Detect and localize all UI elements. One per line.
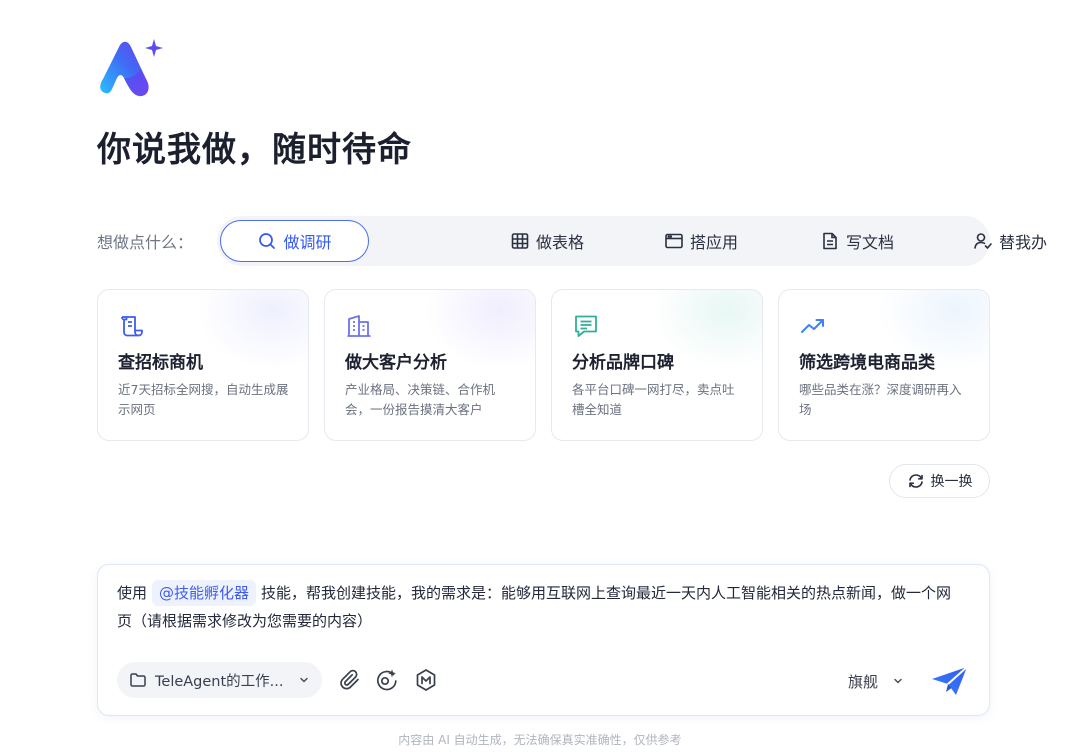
building-icon — [347, 315, 371, 337]
message-composer[interactable]: 使用 @技能孵化器 技能，帮我创建技能，我的需求是：能够用互联网上查询最近一天内人工… — [97, 564, 990, 716]
card-desc: 近7天招标全网搜，自动生成展示网页 — [118, 382, 289, 417]
tab-do-for-me[interactable]: 替我办 — [950, 220, 1070, 262]
table-icon — [511, 233, 529, 249]
model-selector[interactable]: 旗舰 — [848, 669, 904, 693]
comment-icon — [575, 315, 597, 337]
shuffle-button[interactable]: 换一换 — [889, 464, 990, 498]
card-title: 筛选跨境电商品类 — [799, 353, 935, 373]
prompt-row: 想做点什么： 做调研 做表格 搭应用 写文档 替我办 — [97, 216, 1047, 266]
ai-disclaimer: 内容由 AI 自动生成，无法确保真实准确性，仅供参考 — [398, 733, 682, 747]
document-icon — [823, 232, 837, 250]
tab-label: 做表格 — [535, 233, 584, 252]
send-icon[interactable] — [930, 665, 970, 697]
skill-chip[interactable]: @技能孵化器 — [152, 580, 257, 606]
chevron-down-icon — [300, 677, 308, 683]
tab-research[interactable]: 做调研 — [220, 220, 369, 262]
card-cross-border-categories[interactable]: 筛选跨境电商品类 哪些品类在涨？深度调研再入场 — [778, 289, 990, 441]
tab-label: 做调研 — [283, 233, 332, 252]
prompt-label: 想做点什么： — [97, 233, 194, 252]
workspace-selector[interactable]: TeleAgent的工作... — [117, 662, 322, 698]
folder-icon — [130, 673, 146, 687]
chevron-down-icon — [894, 678, 902, 684]
user-check-icon — [974, 233, 992, 249]
model-label: 旗舰 — [848, 672, 879, 691]
card-desc: 哪些品类在涨？深度调研再入场 — [799, 382, 962, 417]
tab-label: 写文档 — [845, 233, 894, 252]
tab-label: 搭应用 — [689, 233, 738, 252]
ai-model-icon[interactable] — [375, 668, 399, 692]
search-icon — [259, 233, 276, 249]
shuffle-label: 换一换 — [930, 474, 973, 490]
trending-up-icon — [801, 319, 824, 333]
scroll-icon — [121, 316, 143, 337]
workspace-label: TeleAgent的工作... — [155, 673, 284, 690]
tab-table[interactable]: 做表格 — [487, 220, 607, 262]
message-prefix: 使用 — [117, 584, 148, 602]
task-tabs: 做调研 做表格 搭应用 写文档 替我办 — [217, 216, 1047, 266]
tab-write-doc[interactable]: 写文档 — [797, 220, 917, 262]
card-desc: 产业格局、决策链、合作机会，一份报告摸清大客户 — [345, 382, 496, 417]
app-logo — [100, 39, 163, 97]
card-key-account-analysis[interactable]: 做大客户分析 产业格局、决策链、合作机会，一份报告摸清大客户 — [324, 289, 536, 441]
suggestion-cards: 查招标商机 近7天招标全网搜，自动生成展示网页 做大客户分析 产业格局、决策链、… — [97, 289, 990, 441]
message-input[interactable]: 使用 @技能孵化器 技能，帮我创建技能，我的需求是：能够用互联网上查询最近一天内人工… — [117, 579, 965, 635]
page-title: 你说我做，随时待命 — [97, 130, 412, 170]
card-title: 分析品牌口碑 — [572, 353, 674, 373]
tab-build-app[interactable]: 搭应用 — [641, 220, 761, 262]
refresh-icon — [908, 474, 923, 488]
paperclip-icon[interactable] — [338, 668, 362, 692]
card-title: 查招标商机 — [118, 353, 203, 373]
card-title: 做大客户分析 — [345, 353, 447, 373]
tab-label: 替我办 — [998, 233, 1047, 252]
card-desc: 各平台口碑一网打尽，卖点吐槽全知道 — [572, 382, 735, 417]
card-brand-reputation[interactable]: 分析品牌口碑 各平台口碑一网打尽，卖点吐槽全知道 — [551, 289, 763, 441]
mcp-hexagon-icon[interactable] — [414, 668, 438, 692]
card-glow — [198, 290, 308, 370]
card-bidding-leads[interactable]: 查招标商机 近7天招标全网搜，自动生成展示网页 — [97, 289, 309, 441]
app-window-icon — [665, 233, 683, 249]
